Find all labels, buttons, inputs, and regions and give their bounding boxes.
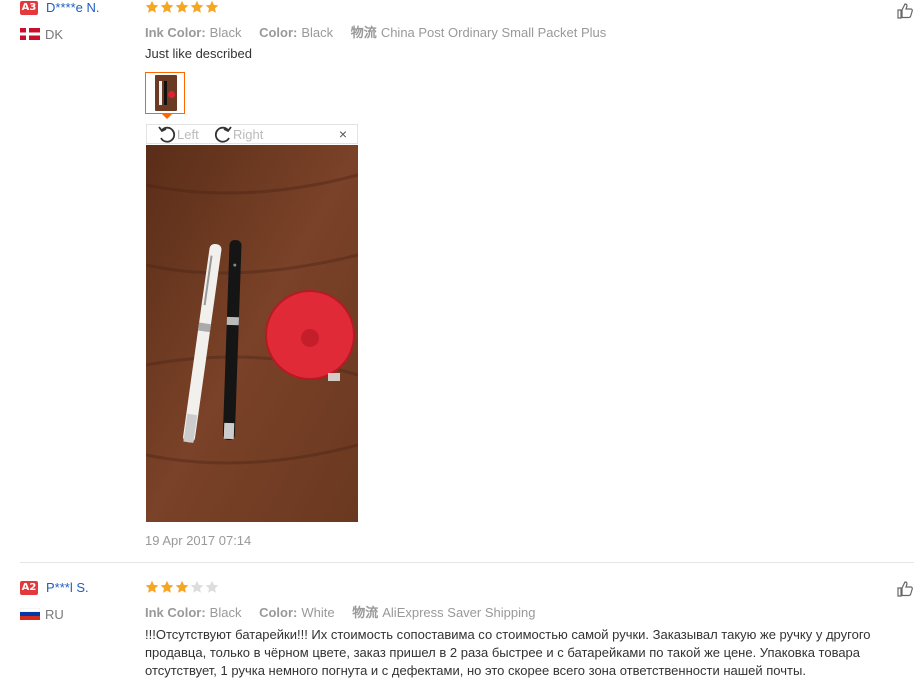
close-viewer-button[interactable]: × xyxy=(339,126,347,142)
attr-key-ink-color: Ink Color: xyxy=(145,25,206,40)
rotate-left-icon xyxy=(158,126,176,143)
rating-stars xyxy=(145,580,219,596)
review-text-line: отсутствует, 1 ручка немного погнута и с… xyxy=(145,663,806,678)
review-photo xyxy=(146,145,358,522)
attr-key-ink-color: Ink Color: xyxy=(145,605,206,620)
user-level-badge: A3 xyxy=(20,1,38,15)
reviewer-name[interactable]: D****e N. xyxy=(46,0,99,15)
attr-key-shipping: 物流 xyxy=(352,605,379,620)
rotate-right-icon xyxy=(214,126,232,143)
attr-key-color: Color: xyxy=(259,25,298,40)
review-attributes: Ink Color: Black Color: White 物流 AliExpress… xyxy=(145,602,549,621)
user-level-badge: A2 xyxy=(20,581,38,595)
reviewer-name[interactable]: P***l S. xyxy=(46,580,89,595)
star-filled-icon xyxy=(190,0,204,13)
reviewer-country: DK xyxy=(45,27,64,42)
attr-value-shipping: AliExpress Saver Shipping xyxy=(382,605,536,620)
attr-key-color: Color: xyxy=(259,605,298,620)
star-empty-icon xyxy=(190,580,204,593)
star-filled-icon xyxy=(175,580,189,593)
helpful-thumbs-up-icon[interactable] xyxy=(896,580,914,598)
thumbnail-image xyxy=(155,75,177,111)
review-text-line: !!!Отсутствуют батарейки!!! Их стоимость… xyxy=(145,627,871,642)
star-filled-icon xyxy=(175,0,189,13)
star-filled-icon xyxy=(160,580,174,593)
review-divider xyxy=(20,562,914,563)
review-date: 19 Apr 2017 07:14 xyxy=(145,533,252,548)
attr-value-color: White xyxy=(301,605,335,620)
attr-key-shipping: 物流 xyxy=(350,25,377,40)
denmark-flag-icon xyxy=(20,28,40,40)
russia-flag-icon xyxy=(20,608,40,620)
star-filled-icon xyxy=(160,0,174,13)
rotate-left-label: Left xyxy=(177,126,199,142)
attr-value-shipping: China Post Ordinary Small Packet Plus xyxy=(380,25,607,40)
attr-value-color: Black xyxy=(301,25,334,40)
review-text-line: продавца, только в чёрном цвете, заказ п… xyxy=(145,645,861,660)
photo-viewer-toolbar: Left Right × xyxy=(146,124,358,144)
rotate-left-button[interactable]: Left xyxy=(157,125,199,143)
rotate-right-button[interactable]: Right xyxy=(213,125,263,143)
star-filled-icon xyxy=(145,0,159,13)
star-empty-icon xyxy=(205,580,219,593)
review-text: Just like described xyxy=(145,46,252,61)
rotate-right-label: Right xyxy=(233,126,264,142)
reviewer-country: RU xyxy=(45,607,64,622)
star-filled-icon xyxy=(145,580,159,593)
attr-value-ink-color: Black xyxy=(209,605,242,620)
attr-value-ink-color: Black xyxy=(209,25,242,40)
review-text: !!!Отсутствуют батарейки!!! Их стоимость… xyxy=(145,626,910,680)
helpful-thumbs-up-icon[interactable] xyxy=(896,2,914,20)
review-attributes: Ink Color: Black Color: Black 物流 China Post… xyxy=(145,22,620,41)
rating-stars xyxy=(145,0,219,16)
star-filled-icon xyxy=(205,0,219,13)
review-photo-thumbnail[interactable] xyxy=(145,72,185,114)
thumbnail-selected-pointer xyxy=(161,113,173,119)
